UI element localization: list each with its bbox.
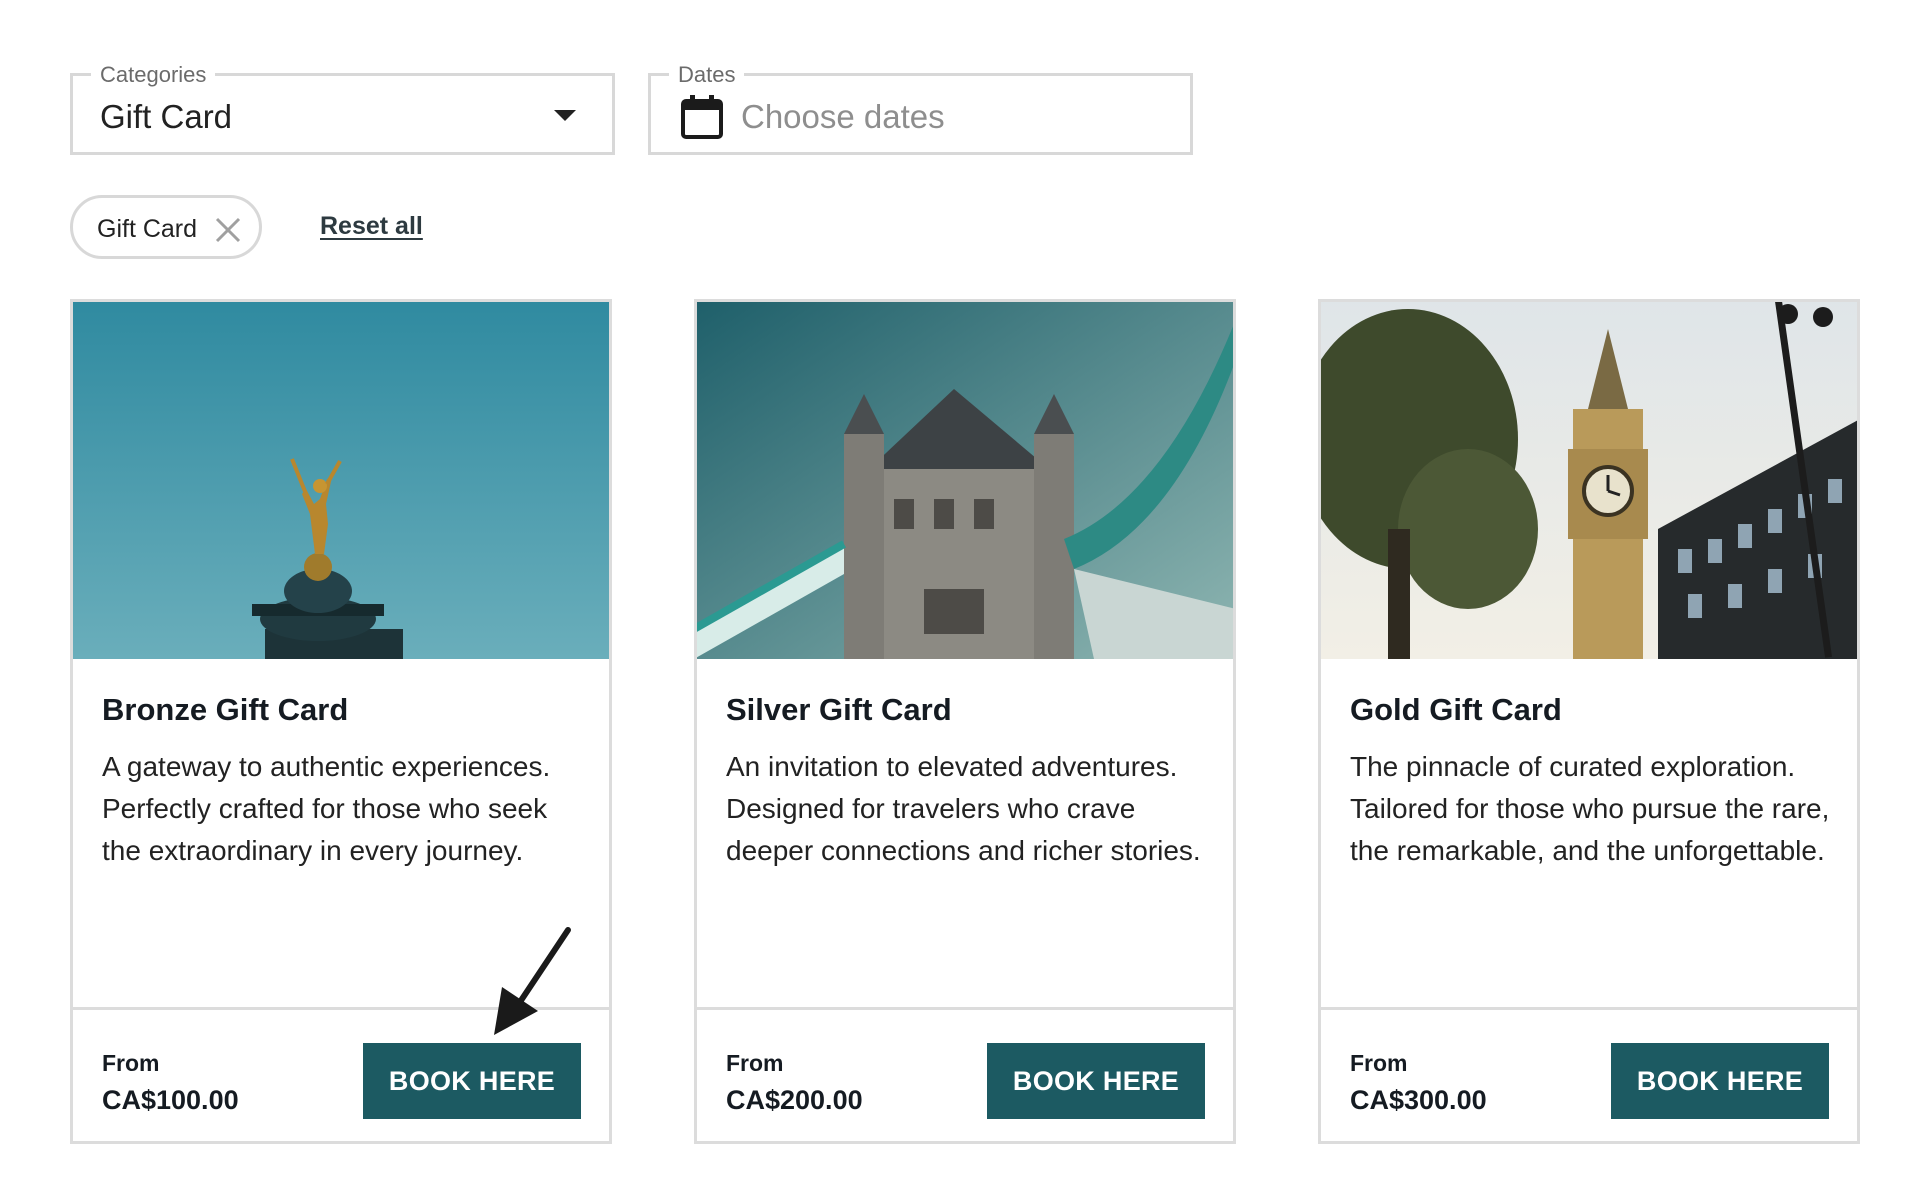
active-filter-chip[interactable]: Gift Card: [70, 195, 262, 259]
gift-card-silver: Silver Gift Card An invitation to elevat…: [694, 299, 1236, 1144]
from-label: From: [726, 1050, 784, 1076]
card-divider: [1321, 1007, 1857, 1010]
from-label: From: [1350, 1050, 1408, 1076]
categories-selected-value: Gift Card: [100, 98, 233, 135]
card-description: The pinnacle of curated exploration. Tai…: [1350, 751, 1830, 866]
book-here-button-silver[interactable]: BOOK HERE: [987, 1043, 1205, 1119]
card-price: CA$100.00: [102, 1085, 239, 1115]
bronze-card-image: [73, 302, 609, 659]
categories-legend: Categories: [91, 62, 216, 88]
arrow-pointer-icon: [494, 927, 571, 1035]
card-title: Silver Gift Card: [726, 692, 952, 727]
gift-card-gold: Gold Gift Card The pinnacle of curated e…: [1318, 299, 1860, 1144]
chevron-down-icon[interactable]: [554, 110, 576, 121]
card-title: Gold Gift Card: [1350, 692, 1562, 727]
card-divider: [697, 1007, 1233, 1010]
categories-select[interactable]: Categories Gift Card: [70, 62, 615, 155]
gold-card-image: [1321, 302, 1857, 659]
calendar-icon[interactable]: [680, 94, 724, 140]
close-icon[interactable]: [213, 215, 243, 245]
card-description: A gateway to authentic experiences. Perf…: [102, 751, 551, 866]
gift-card-listing-page: Categories Gift Card Dates Choose dates …: [0, 0, 1915, 1187]
dates-placeholder: Choose dates: [741, 98, 945, 135]
card-price: CA$300.00: [1350, 1085, 1487, 1115]
silver-card-image: [697, 302, 1233, 659]
card-description: An invitation to elevated adventures. De…: [726, 751, 1201, 866]
from-label: From: [102, 1050, 160, 1076]
chip-label: Gift Card: [97, 215, 198, 243]
dates-legend: Dates: [669, 62, 745, 88]
book-here-button-bronze[interactable]: BOOK HERE: [363, 1043, 581, 1119]
card-title: Bronze Gift Card: [102, 692, 349, 727]
card-price: CA$200.00: [726, 1085, 863, 1115]
reset-all-link[interactable]: Reset all: [320, 212, 423, 241]
dates-picker[interactable]: Dates Choose dates: [648, 62, 1193, 155]
book-here-button-gold[interactable]: BOOK HERE: [1611, 1043, 1829, 1119]
